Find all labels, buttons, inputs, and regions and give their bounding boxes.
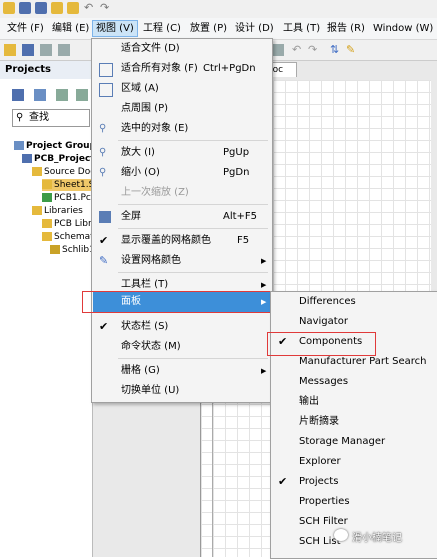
submenu-item-navigator[interactable]: Navigator xyxy=(272,312,436,332)
tree-item-schlib1[interactable]: Schlib1 xyxy=(50,244,95,256)
menu-edit[interactable]: 编辑 (E) xyxy=(49,21,92,36)
submenu-item-snippets[interactable]: 片断摘录 xyxy=(272,412,436,432)
submenu-item-differences[interactable]: Differences xyxy=(272,292,436,312)
annotation-box-panels xyxy=(82,291,272,313)
submenu-item-projects[interactable]: ✔ Projects xyxy=(272,472,436,492)
redo-icon[interactable]: ↷ xyxy=(100,2,112,14)
menu-item-zoom-last: 上一次缩放 (Z) xyxy=(121,187,189,198)
watermark: 滑小楠笔记 xyxy=(352,533,402,544)
menu-item-around-point[interactable]: 点周围 (P) xyxy=(93,99,271,119)
menu-place[interactable]: 放置 (P) xyxy=(187,21,230,36)
menu-item-selected-objects[interactable]: ⚲ 选中的对象 (E) xyxy=(93,119,271,139)
projects-panel-toolbar xyxy=(0,81,92,107)
fit-all-icon xyxy=(99,63,113,77)
full-screen-icon xyxy=(99,211,111,223)
annotation-box-components xyxy=(267,332,376,356)
submenu-item-storage-manager[interactable]: Storage Manager xyxy=(272,432,436,452)
menu-item-command-status[interactable]: 命令状态 (M) xyxy=(93,337,271,357)
folder-icon xyxy=(42,219,52,228)
quick-access-toolbar: ↶ ↷ xyxy=(0,0,437,18)
menu-tools[interactable]: 工具 (T) xyxy=(280,21,323,36)
menu-view[interactable]: 视图 (V) xyxy=(92,20,138,37)
save-icon[interactable] xyxy=(12,89,24,101)
submenu-item-explorer[interactable]: Explorer xyxy=(272,452,436,472)
app-icon xyxy=(3,2,15,14)
menu-window[interactable]: Window (W) xyxy=(370,21,436,36)
search-input[interactable]: ⚲ 查找 xyxy=(12,109,90,127)
project-group-icon xyxy=(14,141,24,150)
menu-item-grids[interactable]: 栅格 (G) ▶ xyxy=(93,361,271,381)
menu-separator xyxy=(118,358,268,359)
menu-separator xyxy=(118,204,268,205)
submenu-arrow-icon: ▶ xyxy=(261,257,267,265)
zoom-area-icon xyxy=(99,83,113,97)
folder-icon xyxy=(32,167,42,176)
save-icon[interactable] xyxy=(19,2,31,14)
menu-item-full-screen[interactable]: 全屏 Alt+F5 xyxy=(93,207,271,227)
zoom-icon[interactable] xyxy=(58,44,70,56)
menu-item-fit-all-objects[interactable]: 适合所有对象 (F) Ctrl+PgDn xyxy=(93,59,271,79)
refresh-icon[interactable] xyxy=(34,89,46,101)
projects-panel: Projects ⚲ 查找 Project Group 1. PCB_Proje… xyxy=(0,61,109,557)
menu-item-zoom-out[interactable]: ⚲ 缩小 (O) PgDn xyxy=(93,163,271,183)
search-value: 查找 xyxy=(29,112,49,123)
projects-panel-title: Projects xyxy=(0,61,92,79)
submenu-arrow-icon: ▶ xyxy=(261,367,267,375)
menu-separator xyxy=(118,228,268,229)
menu-item-set-grid-color[interactable]: ✎ 设置网格颜色 ▶ xyxy=(93,251,271,271)
check-icon: ✔ xyxy=(278,475,288,488)
undo-icon[interactable]: ↶ xyxy=(292,44,304,56)
undo-icon[interactable]: ↶ xyxy=(84,2,96,14)
open-project-icon[interactable] xyxy=(67,2,79,14)
schematic-doc-icon xyxy=(42,180,52,189)
menu-separator xyxy=(118,272,268,273)
project-icon xyxy=(22,154,32,163)
zoom-in-icon: ⚲ xyxy=(99,147,107,158)
folder-icon xyxy=(42,232,52,241)
schlib-icon xyxy=(50,245,60,254)
view-menu: 适合文件 (D) 适合所有对象 (F) Ctrl+PgDn 区域 (A) 点周围… xyxy=(91,38,273,403)
submenu-item-messages[interactable]: Messages xyxy=(272,372,436,392)
check-icon: ✔ xyxy=(99,320,109,333)
zoom-selected-icon: ⚲ xyxy=(99,123,107,134)
compile-icon[interactable] xyxy=(76,89,88,101)
menu-separator xyxy=(118,140,268,141)
redo-icon[interactable]: ↷ xyxy=(308,44,320,56)
pcb-doc-icon xyxy=(42,193,52,202)
save-all-icon[interactable] xyxy=(35,2,47,14)
check-icon: ✔ xyxy=(99,234,109,247)
tree-item-pcb-libraries[interactable]: PCB Libra xyxy=(42,218,97,230)
zoom-out-icon: ⚲ xyxy=(99,167,107,178)
save-icon[interactable] xyxy=(22,44,34,56)
print-icon[interactable] xyxy=(40,44,52,56)
menu-item-status-bar[interactable]: ✔ 状态栏 (S) xyxy=(93,317,271,337)
menu-item-fit-document[interactable]: 适合文件 (D) xyxy=(93,39,271,59)
open-icon[interactable] xyxy=(4,44,16,56)
menu-item-zoom-in[interactable]: ⚲ 放大 (I) PgUp xyxy=(93,143,271,163)
pen-icon: ✎ xyxy=(99,254,109,267)
tree-item-schematic-libraries[interactable]: Schemati xyxy=(42,231,96,243)
wand-icon[interactable]: ✎ xyxy=(346,44,358,56)
menu-file[interactable]: 文件 (F) xyxy=(4,21,47,36)
filter-icon[interactable] xyxy=(272,44,284,56)
menu-reports[interactable]: 报告 (R) xyxy=(324,21,368,36)
menu-item-show-overlay-grid-color[interactable]: ✔ 显示覆盖的网格颜色 F5 xyxy=(93,231,271,251)
menu-design[interactable]: 设计 (D) xyxy=(232,21,277,36)
menu-item-toggle-units[interactable]: 切换单位 (U) xyxy=(93,381,271,401)
tree-item-libraries[interactable]: Libraries xyxy=(32,205,83,217)
menu-project[interactable]: 工程 (C) xyxy=(140,21,184,36)
submenu-item-output[interactable]: 输出 xyxy=(272,392,436,412)
open-folder-icon[interactable] xyxy=(51,2,63,14)
wechat-icon xyxy=(334,529,348,541)
search-icon: ⚲ xyxy=(16,112,24,123)
project-options-icon[interactable] xyxy=(56,89,68,101)
menu-bar: 文件 (F) 编辑 (E) 视图 (V) 工程 (C) 放置 (P) 设计 (D… xyxy=(0,18,437,40)
submenu-item-properties[interactable]: Properties xyxy=(272,492,436,512)
sort-icon[interactable]: ⇅ xyxy=(330,44,342,56)
folder-icon xyxy=(32,206,42,215)
menu-item-area[interactable]: 区域 (A) xyxy=(93,79,271,99)
